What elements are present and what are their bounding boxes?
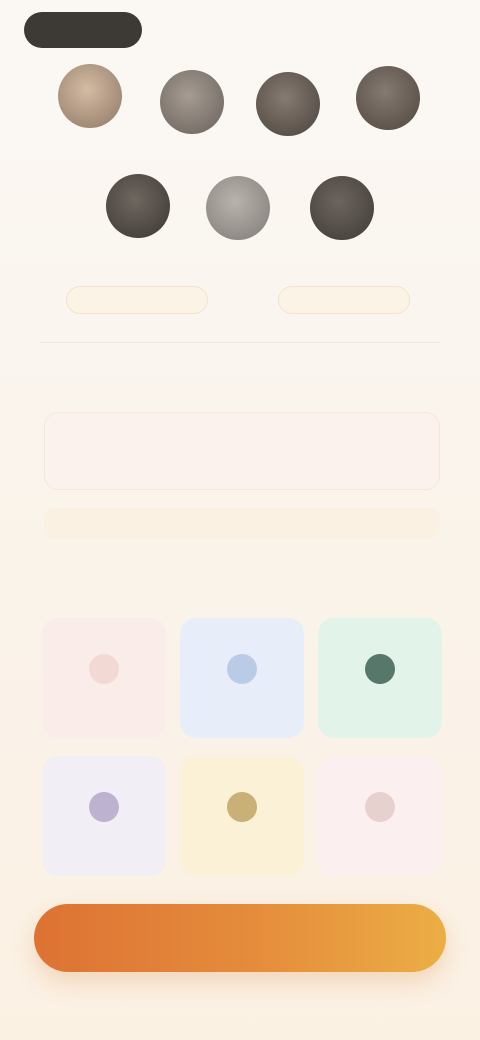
tile-4-icon xyxy=(89,792,119,822)
quick-tile-1[interactable] xyxy=(42,618,166,738)
avatar-4[interactable] xyxy=(356,66,420,130)
tile-6-icon xyxy=(365,792,395,822)
tile-1-icon xyxy=(89,654,119,684)
note-banner xyxy=(44,508,440,538)
quick-tile-2[interactable] xyxy=(180,618,304,738)
tile-5-icon xyxy=(227,792,257,822)
quick-tile-4[interactable] xyxy=(42,756,166,876)
avatar-6[interactable] xyxy=(206,176,270,240)
quick-tile-5[interactable] xyxy=(180,756,304,876)
tile-2-icon xyxy=(227,654,257,684)
back-button[interactable] xyxy=(24,12,142,48)
avatar-grid xyxy=(0,60,480,260)
info-card[interactable] xyxy=(44,412,440,490)
avatar-1[interactable] xyxy=(58,64,122,128)
divider xyxy=(40,342,440,343)
avatar-7[interactable] xyxy=(310,176,374,240)
top-bar xyxy=(0,0,480,60)
avatar-2[interactable] xyxy=(160,70,224,134)
quick-tile-3[interactable] xyxy=(318,618,442,738)
avatar-3[interactable] xyxy=(256,72,320,136)
tile-3-icon xyxy=(365,654,395,684)
quick-tile-6[interactable] xyxy=(318,756,442,876)
avatar-5[interactable] xyxy=(106,174,170,238)
chip-left[interactable] xyxy=(66,286,208,314)
primary-cta-button[interactable] xyxy=(34,904,446,972)
chip-right[interactable] xyxy=(278,286,410,314)
